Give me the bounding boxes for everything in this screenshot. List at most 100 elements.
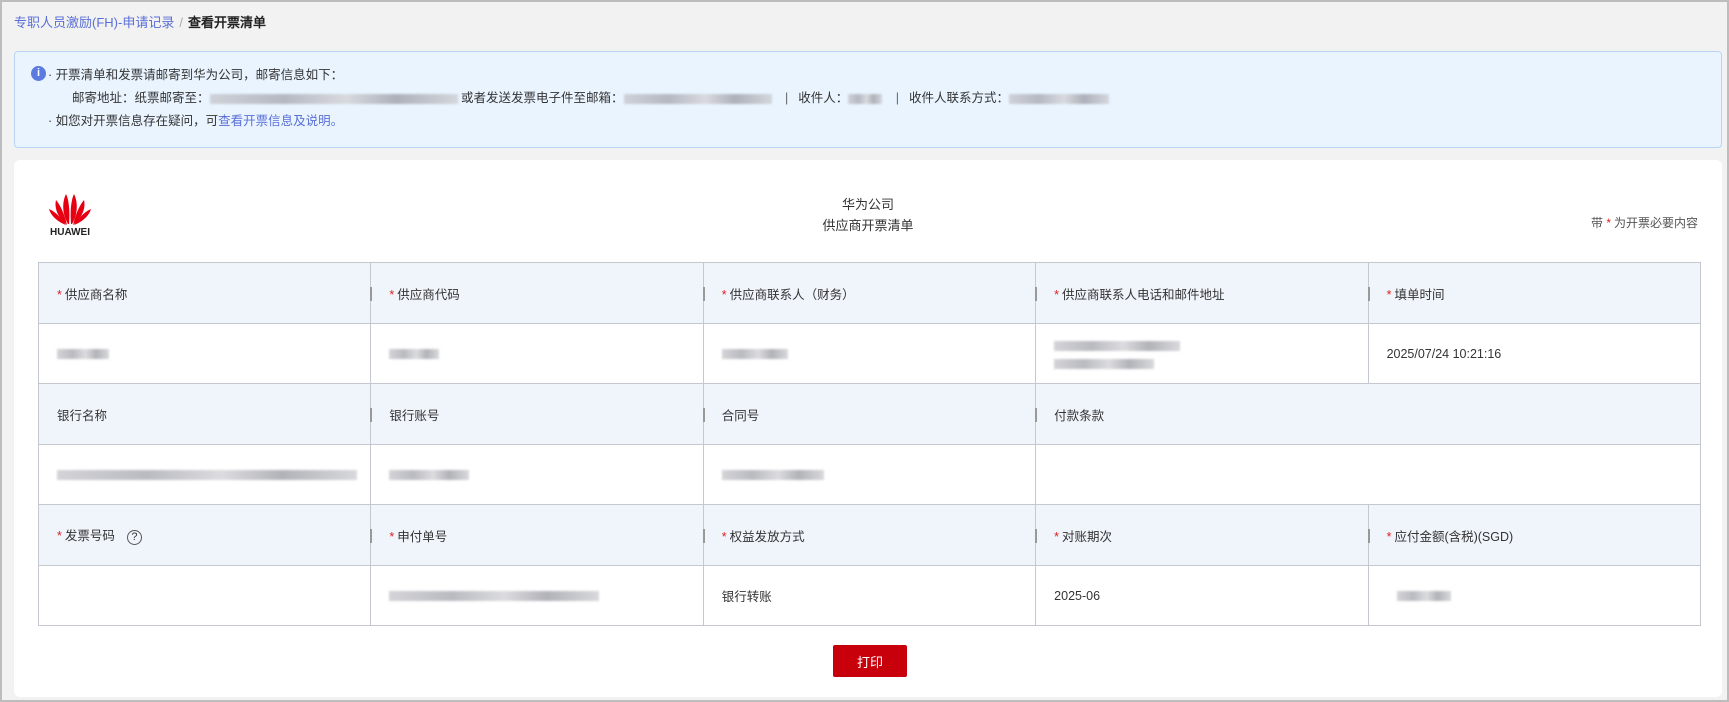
address-label: 邮寄地址：纸票邮寄至： bbox=[72, 91, 210, 105]
header-label: 供应商名称 bbox=[64, 287, 128, 302]
contact-phone-email-value bbox=[1035, 323, 1369, 384]
contract-no-value bbox=[702, 444, 1037, 505]
blurred-value bbox=[721, 470, 824, 481]
email-label: 或者发送发票电子件至邮箱： bbox=[461, 91, 624, 105]
blurred-value bbox=[389, 349, 440, 360]
doc-title: 供应商开票清单 bbox=[822, 218, 914, 233]
header-label: 付款条款 bbox=[1054, 408, 1105, 423]
header-bank-name: 银行名称 bbox=[37, 383, 372, 445]
blurred-value bbox=[721, 349, 788, 360]
blurred-address bbox=[209, 93, 458, 104]
table-header-row: 银行名称 银行账号 合同号 付款条款 bbox=[37, 383, 1701, 445]
breadcrumb-current: 查看开票清单 bbox=[187, 15, 266, 30]
invoice-list-card: HUAWEI 华为公司 供应商开票清单 带 * 为开票必要内容 * 供应商名称 * 供… bbox=[14, 160, 1722, 697]
header-payment-terms: 付款条款 bbox=[1035, 383, 1701, 445]
header-label: 权益发放方式 bbox=[729, 529, 805, 544]
contact-label: 收件人联系方式： bbox=[909, 91, 1010, 105]
header-fill-time: * 填单时间 bbox=[1367, 262, 1702, 324]
period-value: 2025-06 bbox=[1035, 565, 1369, 626]
header-label: 填单时间 bbox=[1394, 287, 1445, 302]
required-star: * bbox=[389, 287, 395, 302]
bank-account-value bbox=[370, 444, 704, 505]
header-period: * 对账期次 bbox=[1035, 504, 1369, 566]
required-hint: 带 * 为开票必要内容 bbox=[1591, 214, 1698, 231]
header-label: 供应商联系人（财务） bbox=[729, 287, 855, 302]
table-row: 2025/07/24 10:21:16 bbox=[37, 323, 1702, 384]
amount-value bbox=[1367, 565, 1702, 626]
blurred-recipient bbox=[848, 93, 883, 104]
required-star: * bbox=[1386, 529, 1392, 544]
notice-line-3: · 如您对开票信息存在疑问，可查看开票信息及说明。 bbox=[31, 110, 1721, 133]
header-supplier-code: * 供应商代码 bbox=[370, 262, 704, 324]
required-star: * bbox=[1386, 287, 1392, 302]
company-name: 华为公司 bbox=[841, 197, 894, 212]
print-button[interactable]: 打印 bbox=[833, 645, 907, 677]
required-star: * bbox=[1054, 529, 1060, 544]
payment-order-value bbox=[370, 565, 704, 626]
required-star: * bbox=[57, 287, 62, 302]
header-supplier-contact: * 供应商联系人（财务） bbox=[702, 262, 1037, 324]
info-icon: i bbox=[31, 66, 46, 81]
notice-line-1: · 开票清单和发票请邮寄到华为公司，邮寄信息如下： bbox=[48, 68, 344, 82]
blurred-contact bbox=[1009, 93, 1110, 104]
header-contact-phone-email: * 供应商联系人电话和邮件地址 bbox=[1035, 262, 1369, 324]
notice-line-3-suffix: 。 bbox=[330, 114, 344, 128]
bank-name-value bbox=[37, 444, 372, 505]
blurred-value bbox=[389, 591, 600, 602]
notice-line-2: 邮寄地址：纸票邮寄至： 或者发送发票电子件至邮箱： | 收件人： | 收件人联系方式… bbox=[31, 87, 1721, 110]
recipient-label: 收件人： bbox=[798, 91, 849, 105]
blurred-value bbox=[1054, 358, 1155, 369]
blurred-value bbox=[57, 470, 357, 481]
header-invoice-no: * 发票号码? bbox=[37, 504, 372, 566]
blurred-value bbox=[57, 349, 109, 360]
payment-terms-value bbox=[1035, 444, 1701, 505]
required-star: * bbox=[389, 529, 395, 544]
header-contract-no: 合同号 bbox=[702, 383, 1037, 445]
blurred-value bbox=[389, 470, 470, 481]
invoice-no-value bbox=[37, 565, 372, 626]
blurred-email bbox=[623, 93, 772, 104]
req-star: * bbox=[1606, 216, 1611, 230]
separator: | bbox=[895, 91, 899, 105]
table-row: 银行转账 2025-06 bbox=[37, 565, 1702, 626]
blurred-value bbox=[1054, 341, 1181, 352]
help-icon[interactable]: ? bbox=[126, 530, 142, 545]
blurred-value bbox=[1396, 591, 1451, 602]
supplier-name-value bbox=[37, 323, 372, 384]
benefit-method-value: 银行转账 bbox=[702, 565, 1037, 626]
required-star: * bbox=[721, 287, 727, 302]
breadcrumb-parent-link[interactable]: 专职人员激励(FH)-申请记录 bbox=[14, 15, 174, 30]
invoice-table: * 供应商名称 * 供应商代码 * 供应商联系人（财务） * 供应商联系人电话和邮件地址… bbox=[37, 262, 1702, 626]
notice-line-3-text: · 如您对开票信息存在疑问，可 bbox=[48, 114, 219, 128]
table-row bbox=[37, 444, 1701, 505]
header-label: 供应商联系人电话和邮件地址 bbox=[1062, 287, 1225, 302]
separator: | bbox=[785, 91, 789, 105]
header-label: 银行账号 bbox=[389, 408, 440, 423]
fill-time-value: 2025/07/24 10:21:16 bbox=[1367, 323, 1702, 384]
document-title: 华为公司 供应商开票清单 bbox=[14, 194, 1722, 236]
breadcrumb: 专职人员激励(FH)-申请记录 / 查看开票清单 bbox=[14, 12, 266, 31]
header-payment-order: * 申付单号 bbox=[370, 504, 704, 566]
header-amount: * 应付金额(含税)(SGD) bbox=[1367, 504, 1702, 566]
mailing-notice: i · 开票清单和发票请邮寄到华为公司，邮寄信息如下： 邮寄地址：纸票邮寄至： … bbox=[14, 51, 1722, 148]
required-star: * bbox=[1054, 287, 1060, 302]
supplier-code-value bbox=[370, 323, 704, 384]
table-header-row: * 发票号码? * 申付单号 * 权益发放方式 * 对账期次 * 应付金额(含税)(SGD… bbox=[37, 504, 1702, 566]
header-label: 供应商代码 bbox=[397, 287, 460, 302]
breadcrumb-separator: / bbox=[179, 15, 183, 30]
header-benefit-method: * 权益发放方式 bbox=[702, 504, 1037, 566]
required-star: * bbox=[57, 529, 62, 543]
table-header-row: * 供应商名称 * 供应商代码 * 供应商联系人（财务） * 供应商联系人电话和邮件地址… bbox=[37, 262, 1702, 324]
req-suffix: 为开票必要内容 bbox=[1613, 216, 1698, 230]
header-bank-account: 银行账号 bbox=[370, 383, 704, 445]
header-label: 应付金额(含税)(SGD) bbox=[1394, 529, 1514, 544]
header-supplier-name: * 供应商名称 bbox=[37, 262, 372, 324]
req-prefix: 带 bbox=[1590, 216, 1603, 230]
header-label: 银行名称 bbox=[57, 408, 108, 423]
header-label: 合同号 bbox=[721, 408, 760, 423]
supplier-contact-value bbox=[702, 323, 1037, 384]
required-star: * bbox=[721, 529, 727, 544]
header-label: 对账期次 bbox=[1062, 529, 1113, 544]
invoice-info-link[interactable]: 查看开票信息及说明 bbox=[218, 114, 331, 128]
header-label: 申付单号 bbox=[397, 529, 448, 544]
